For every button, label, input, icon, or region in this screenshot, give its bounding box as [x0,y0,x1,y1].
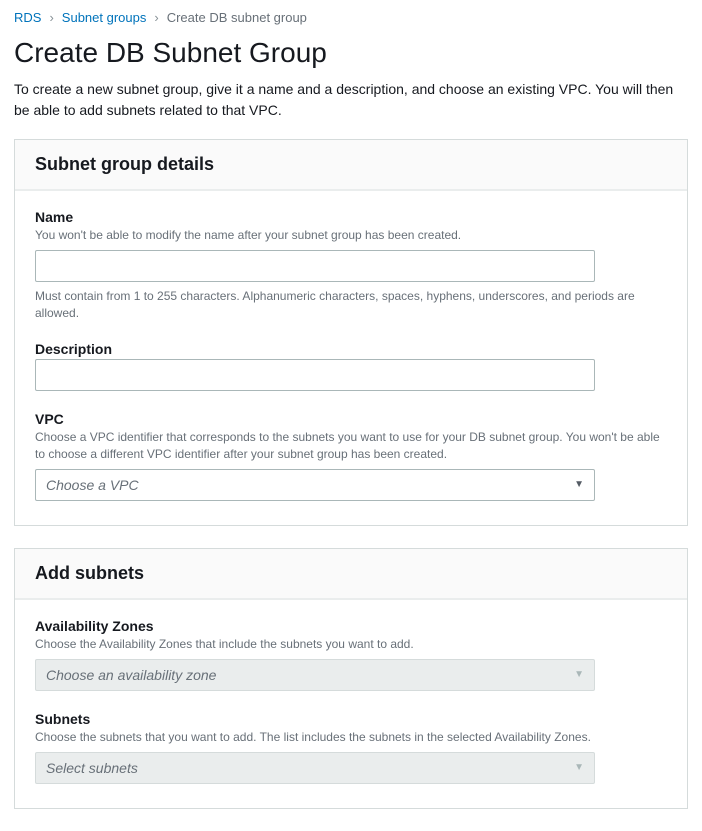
panel-subnet-group-details: Subnet group details Name You won't be a… [14,139,688,526]
name-label: Name [35,209,667,225]
az-label: Availability Zones [35,618,667,634]
chevron-right-icon: › [154,10,158,25]
panel-header: Add subnets [15,549,687,599]
az-select[interactable]: Choose an availability zone ▼ [35,659,595,691]
caret-down-icon: ▼ [574,669,584,680]
caret-down-icon: ▼ [574,479,584,490]
breadcrumb-current: Create DB subnet group [167,10,307,25]
breadcrumb-link-rds[interactable]: RDS [14,10,41,25]
vpc-select[interactable]: Choose a VPC ▼ [35,469,595,501]
field-group-vpc: VPC Choose a VPC identifier that corresp… [35,411,667,501]
panel-header: Subnet group details [15,140,687,190]
panel-body: Name You won't be able to modify the nam… [15,190,687,525]
subnets-label: Subnets [35,711,667,727]
panel-heading-details: Subnet group details [35,154,667,175]
az-hint: Choose the Availability Zones that inclu… [35,636,667,653]
az-select-placeholder: Choose an availability zone [46,667,216,683]
panel-add-subnets: Add subnets Availability Zones Choose th… [14,548,688,809]
breadcrumb-link-subnet-groups[interactable]: Subnet groups [62,10,147,25]
vpc-label: VPC [35,411,667,427]
description-label: Description [35,341,667,357]
name-input[interactable] [35,250,595,282]
description-input[interactable] [35,359,595,391]
field-group-description: Description [35,341,667,391]
field-group-az: Availability Zones Choose the Availabili… [35,618,667,691]
caret-down-icon: ▼ [574,762,584,773]
name-constraint: Must contain from 1 to 255 characters. A… [35,288,667,322]
field-group-subnets: Subnets Choose the subnets that you want… [35,711,667,784]
chevron-right-icon: › [49,10,53,25]
vpc-select-placeholder: Choose a VPC [46,477,139,493]
field-group-name: Name You won't be able to modify the nam… [35,209,667,321]
panel-heading-subnets: Add subnets [35,563,667,584]
vpc-hint: Choose a VPC identifier that corresponds… [35,429,667,463]
page-description: To create a new subnet group, give it a … [14,79,688,121]
breadcrumb: RDS › Subnet groups › Create DB subnet g… [14,10,688,25]
panel-body: Availability Zones Choose the Availabili… [15,599,687,808]
subnets-hint: Choose the subnets that you want to add.… [35,729,667,746]
subnets-select[interactable]: Select subnets ▼ [35,752,595,784]
subnets-select-placeholder: Select subnets [46,760,138,776]
name-hint: You won't be able to modify the name aft… [35,227,667,244]
page-title: Create DB Subnet Group [14,37,688,69]
